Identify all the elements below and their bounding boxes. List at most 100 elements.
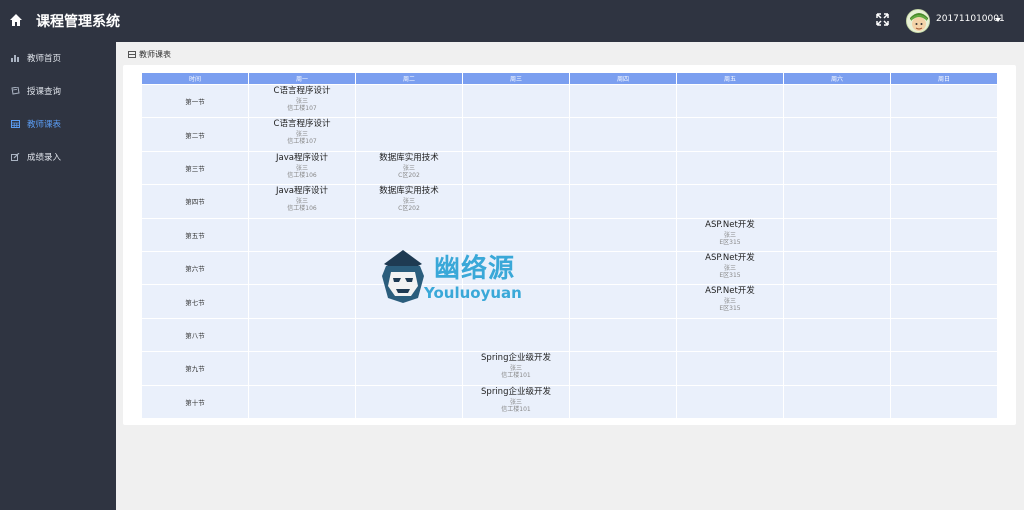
- course-room: 信工楼107: [287, 105, 317, 112]
- schedule-cell: [890, 351, 998, 386]
- schedule-cell: [569, 117, 677, 152]
- table-header-row: 时间 周一 周二 周三 周四 周五 周六 周日: [141, 72, 998, 85]
- sidebar-item-teacher-home[interactable]: 教师首页: [0, 42, 116, 74]
- course-name: ASP.Net开发: [705, 252, 755, 263]
- schedule-cell: [248, 217, 356, 252]
- schedule-cell[interactable]: Java程序设计 张三 信工楼106: [248, 184, 356, 219]
- schedule-cell: [462, 184, 570, 219]
- course-name: C语言程序设计: [273, 119, 331, 130]
- schedule-cell: [783, 250, 891, 286]
- schedule-cell: [355, 317, 463, 353]
- schedule-cell: [569, 284, 677, 319]
- course-teacher: 张三: [723, 298, 736, 306]
- course-teacher: 张三: [295, 164, 308, 172]
- schedule-cell: [462, 317, 570, 353]
- schedule-cell: [248, 250, 356, 286]
- fullscreen-icon[interactable]: [876, 13, 889, 26]
- table-icon: [128, 51, 136, 58]
- schedule-cell: [676, 117, 784, 152]
- schedule-cell: [890, 250, 998, 286]
- course-name: Spring企业级开发: [481, 353, 551, 364]
- table-row: 第六节 ASP.Net开发 张三 E区315: [141, 250, 998, 286]
- column-header: 周一: [248, 72, 356, 85]
- top-bar: 课程管理系统 201711010001: [0, 0, 1024, 42]
- sidebar: 教师首页 授课查询 教师课表 成绩录入: [0, 42, 116, 510]
- table-row: 第一节 C语言程序设计 张三 信工楼107: [141, 83, 998, 119]
- column-header: 周六: [783, 72, 891, 85]
- schedule-cell: [355, 384, 463, 419]
- course-teacher: 张三: [402, 198, 415, 206]
- course-room: 信工楼106: [287, 171, 317, 179]
- schedule-cell[interactable]: 数据库实用技术 张三 C区202: [355, 150, 463, 186]
- table-row: 第八节: [141, 317, 998, 353]
- schedule-cell: [248, 384, 356, 419]
- sidebar-item-teacher-schedule[interactable]: 教师课表: [0, 108, 116, 140]
- table-icon: [11, 120, 20, 128]
- schedule-cell: [783, 351, 891, 386]
- course-name: 数据库实用技术: [379, 152, 439, 163]
- app-title: 课程管理系统: [36, 14, 120, 30]
- course-room: 信工楼106: [287, 205, 317, 213]
- avatar[interactable]: [906, 9, 930, 33]
- period-cell: 第八节: [141, 317, 249, 353]
- table-row: 第二节 C语言程序设计 张三 信工楼107: [141, 117, 998, 152]
- course-teacher: 张三: [295, 98, 308, 105]
- schedule-cell[interactable]: ASP.Net开发 张三 E区315: [676, 284, 784, 319]
- schedule-cell[interactable]: Spring企业级开发 张三 信工楼101: [462, 351, 570, 386]
- schedule-cell: [890, 217, 998, 252]
- column-header: 时间: [141, 72, 249, 85]
- schedule-cell[interactable]: ASP.Net开发 张三 E区315: [676, 250, 784, 286]
- schedule-cell[interactable]: C语言程序设计 张三 信工楼107: [248, 117, 356, 152]
- schedule-cell: [783, 317, 891, 353]
- course-room: E区315: [719, 305, 741, 313]
- schedule-cell: [569, 217, 677, 252]
- schedule-cell: [890, 317, 998, 353]
- column-header: 周四: [569, 72, 677, 85]
- schedule-cell[interactable]: Spring企业级开发 张三 信工楼101: [462, 384, 570, 419]
- schedule-cell: [462, 217, 570, 252]
- schedule-cell[interactable]: 数据库实用技术 张三 C区202: [355, 184, 463, 219]
- period-cell: 第三节: [141, 150, 249, 186]
- schedule-cell: [890, 284, 998, 319]
- sidebar-item-label: 授课查询: [27, 87, 62, 97]
- course-room: E区315: [719, 238, 741, 246]
- course-name: Java程序设计: [276, 152, 328, 163]
- course-room: E区315: [719, 271, 741, 279]
- schedule-cell: [890, 83, 998, 119]
- schedule-cell: [676, 184, 784, 219]
- period-cell: 第五节: [141, 217, 249, 252]
- schedule-cell: [676, 83, 784, 119]
- sidebar-item-label: 教师首页: [27, 54, 62, 64]
- schedule-cell: [569, 384, 677, 419]
- sidebar-item-course-query[interactable]: 授课查询: [0, 75, 116, 107]
- schedule-cell: [569, 83, 677, 119]
- table-row: 第九节 Spring企业级开发 张三 信工楼101: [141, 351, 998, 386]
- schedule-cell: [462, 250, 570, 286]
- schedule-cell: [783, 83, 891, 119]
- book-icon: [11, 87, 20, 95]
- period-cell: 第一节: [141, 83, 249, 119]
- course-teacher: 张三: [402, 164, 415, 172]
- schedule-cell: [248, 317, 356, 353]
- schedule-cell: [676, 384, 784, 419]
- schedule-cell[interactable]: C语言程序设计 张三 信工楼107: [248, 83, 356, 119]
- schedule-cell: [783, 117, 891, 152]
- breadcrumb: 教师课表: [128, 49, 171, 60]
- period-cell: 第四节: [141, 184, 249, 219]
- schedule-cell[interactable]: Java程序设计 张三 信工楼106: [248, 150, 356, 186]
- schedule-cell: [569, 317, 677, 353]
- column-header: 周五: [676, 72, 784, 85]
- course-name: ASP.Net开发: [705, 286, 755, 297]
- schedule-cell: [676, 150, 784, 186]
- edit-icon: [11, 153, 20, 161]
- column-header: 周三: [462, 72, 570, 85]
- user-avatar-icon: [907, 10, 929, 32]
- caret-down-icon[interactable]: [995, 18, 1001, 22]
- course-room: C区202: [398, 205, 420, 213]
- schedule-cell[interactable]: ASP.Net开发 张三 E区315: [676, 217, 784, 252]
- course-room: 信工楼101: [501, 405, 531, 413]
- sidebar-item-grade-entry[interactable]: 成绩录入: [0, 141, 116, 173]
- period-cell: 第六节: [141, 250, 249, 286]
- course-room: 信工楼107: [287, 138, 317, 146]
- home-icon[interactable]: [9, 13, 23, 27]
